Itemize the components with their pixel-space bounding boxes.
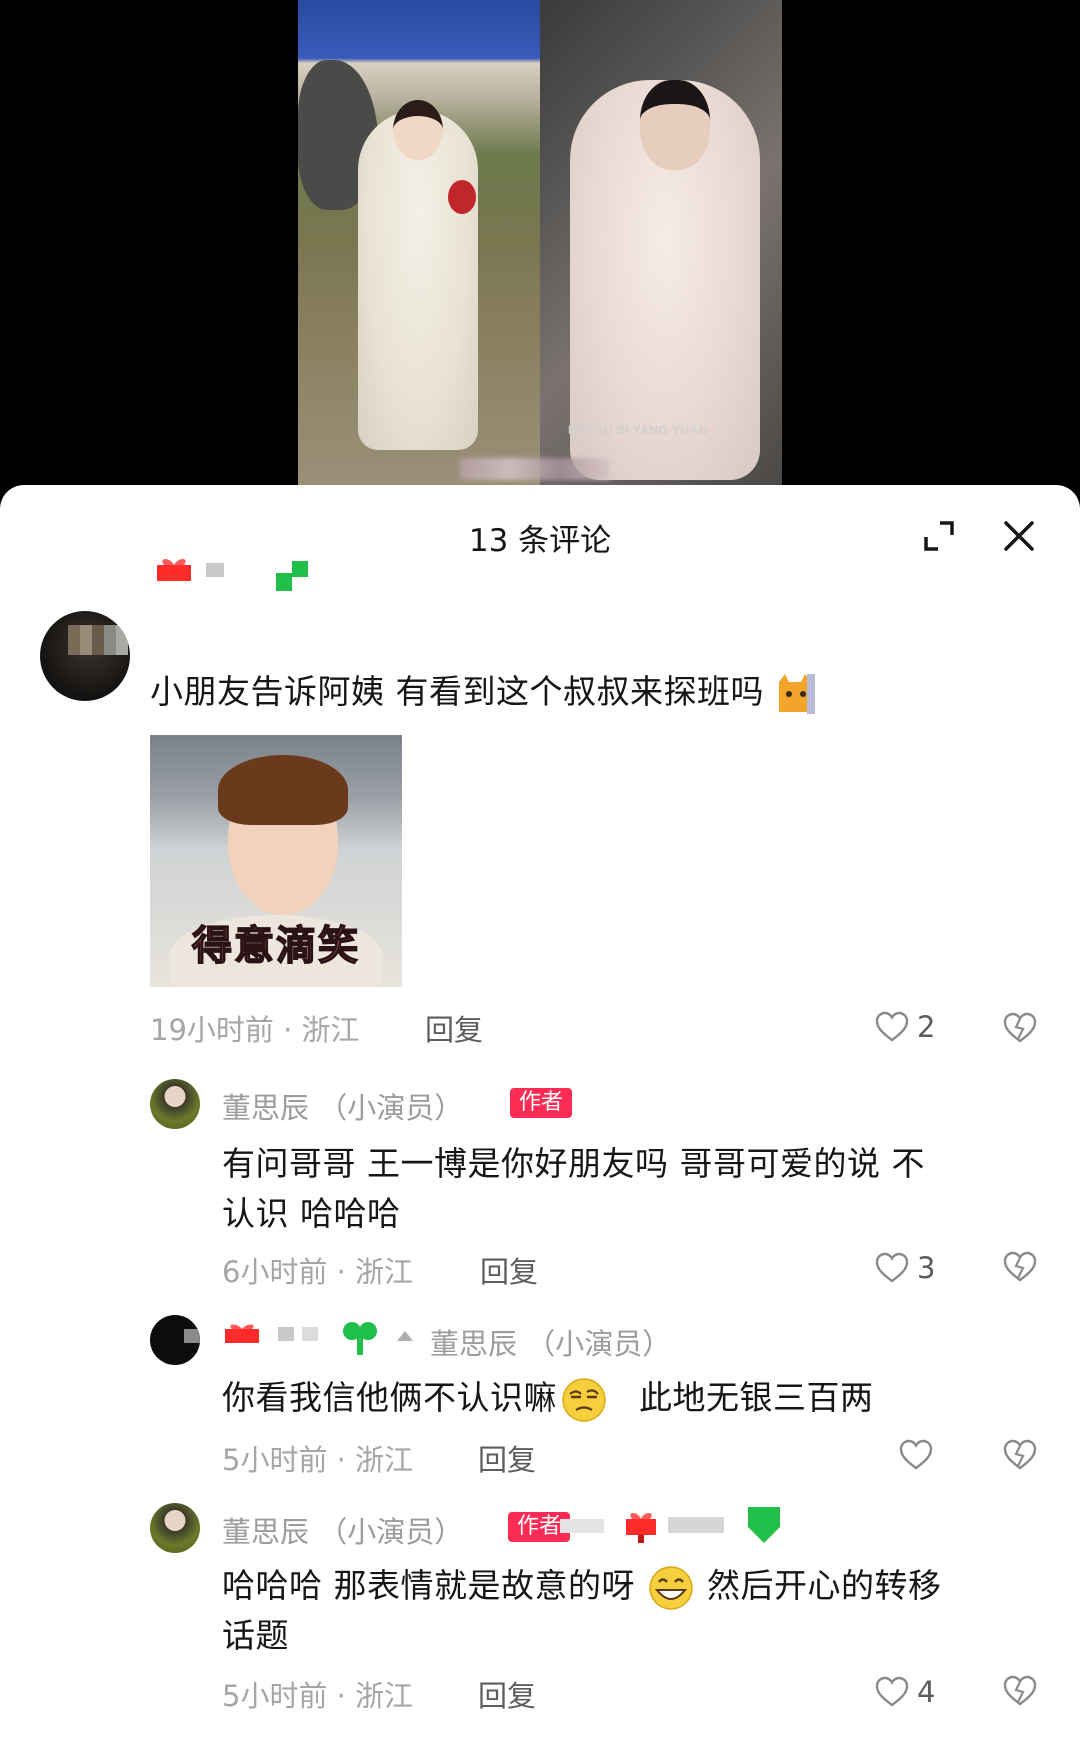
comment-count-title: 13 条评论 xyxy=(468,523,612,559)
dislike-icon[interactable] xyxy=(1003,1439,1037,1471)
author-name[interactable]: 董思辰 （小演员） xyxy=(222,1509,463,1551)
mosaic-sticker-icon xyxy=(560,1519,604,1533)
expand-icon[interactable] xyxy=(922,519,956,553)
close-icon[interactable] xyxy=(1000,517,1038,555)
like-count: 4 xyxy=(917,1675,936,1709)
heart-icon xyxy=(875,1011,909,1042)
mosaic-sticker-icon xyxy=(302,1327,318,1341)
comment-sticker-image[interactable]: 得意滴笑 xyxy=(150,735,402,987)
avatar[interactable] xyxy=(40,611,130,701)
hair-shape xyxy=(218,755,348,825)
blurred-overlay xyxy=(460,458,610,480)
fan-prop xyxy=(448,180,476,214)
green-flag-icon xyxy=(748,1507,780,1543)
author-avatar[interactable] xyxy=(150,1079,200,1129)
video-frame-right: HIM SU SI YANG YUAN xyxy=(540,0,782,485)
dislike-icon[interactable] xyxy=(1003,1251,1037,1283)
gift-sticker-icon xyxy=(157,559,191,581)
comment-text-line2: 话题 xyxy=(222,1616,289,1655)
sticker-caption: 得意滴笑 xyxy=(191,922,360,970)
dislike-icon[interactable] xyxy=(1003,1675,1037,1707)
comment-text-line2: 认识 哈哈哈 xyxy=(222,1194,401,1233)
cat-emoji-icon xyxy=(779,673,815,714)
reply-button[interactable]: 回复 xyxy=(425,1007,483,1049)
comment-meta: 6小时前 · 浙江 xyxy=(222,1255,414,1289)
avatar-mosaic xyxy=(68,625,128,655)
author-avatar[interactable] xyxy=(150,1503,200,1553)
heart-icon xyxy=(875,1676,909,1707)
like-count: 3 xyxy=(917,1251,936,1285)
skeptical-face-emoji-icon xyxy=(562,1377,606,1422)
comment-meta: 5小时前 · 浙江 xyxy=(222,1679,414,1713)
video-frame-left xyxy=(298,0,540,485)
avatar-mosaic xyxy=(184,1329,200,1343)
child-figure xyxy=(358,110,478,450)
green-flag-icon xyxy=(276,561,308,591)
comment-text: 你看我信他俩不认识嘛 此地无银三百两 xyxy=(222,1371,874,1424)
comment-body: 小朋友告诉阿姨 有看到这个叔叔来探班吗 xyxy=(150,672,764,711)
reply-button[interactable]: 回复 xyxy=(480,1249,538,1291)
comment-body: 你看我信他俩不认识嘛 xyxy=(222,1378,557,1417)
mosaic-sticker-icon xyxy=(668,1517,724,1533)
child-head xyxy=(393,100,443,160)
video-watermark: HIM SU SI YANG YUAN xyxy=(568,423,708,437)
reply-button[interactable]: 回复 xyxy=(478,1437,536,1479)
video-player[interactable]: HIM SU SI YANG YUAN xyxy=(0,0,1080,500)
reply-to-name[interactable]: 董思辰 （小演员） xyxy=(430,1321,671,1363)
mosaic-sticker-icon xyxy=(206,563,224,577)
like-button[interactable] xyxy=(899,1439,941,1471)
comment-body: 然后开心的转移 xyxy=(707,1566,942,1605)
reply-button[interactable]: 回复 xyxy=(478,1673,536,1715)
author-badge: 作者 xyxy=(510,1088,573,1118)
like-count: 2 xyxy=(917,1010,936,1044)
arrow-icon xyxy=(397,1331,413,1341)
comment-text-line1: 有问哥哥 王一博是你好朋友吗 哥哥可爱的说 不 xyxy=(222,1144,925,1183)
grinning-face-emoji-icon xyxy=(649,1565,693,1610)
like-button[interactable]: 4 xyxy=(875,1675,935,1709)
comment-sheet: 13 条评论 小朋友告诉阿姨 有看到这个叔叔来探班吗 得意滴笑 19小时前 · … xyxy=(0,485,1080,1739)
gift-sticker-icon xyxy=(626,1513,656,1543)
clover-sticker-icon xyxy=(343,1322,377,1355)
like-button[interactable]: 3 xyxy=(875,1251,935,1285)
mosaic-sticker-icon xyxy=(278,1327,294,1341)
comment-meta: 19小时前 · 浙江 xyxy=(150,1013,360,1047)
comment-body: 哈哈哈 那表情就是故意的呀 xyxy=(222,1566,635,1605)
dislike-icon[interactable] xyxy=(1003,1012,1037,1044)
avatar[interactable] xyxy=(150,1315,200,1365)
heart-icon xyxy=(875,1252,909,1283)
adult-figure xyxy=(570,80,760,480)
comment-body: 此地无银三百两 xyxy=(639,1378,874,1417)
heart-icon xyxy=(899,1439,933,1470)
like-button[interactable]: 2 xyxy=(875,1010,935,1044)
adult-head xyxy=(640,80,710,170)
comment-meta: 5小时前 · 浙江 xyxy=(222,1443,414,1477)
gift-sticker-icon xyxy=(225,1324,259,1343)
author-name[interactable]: 董思辰 （小演员） xyxy=(222,1085,463,1127)
comment-text: 小朋友告诉阿姨 有看到这个叔叔来探班吗 xyxy=(150,665,817,716)
comment-text: 哈哈哈 那表情就是故意的呀 然后开心的转移 xyxy=(222,1559,942,1612)
